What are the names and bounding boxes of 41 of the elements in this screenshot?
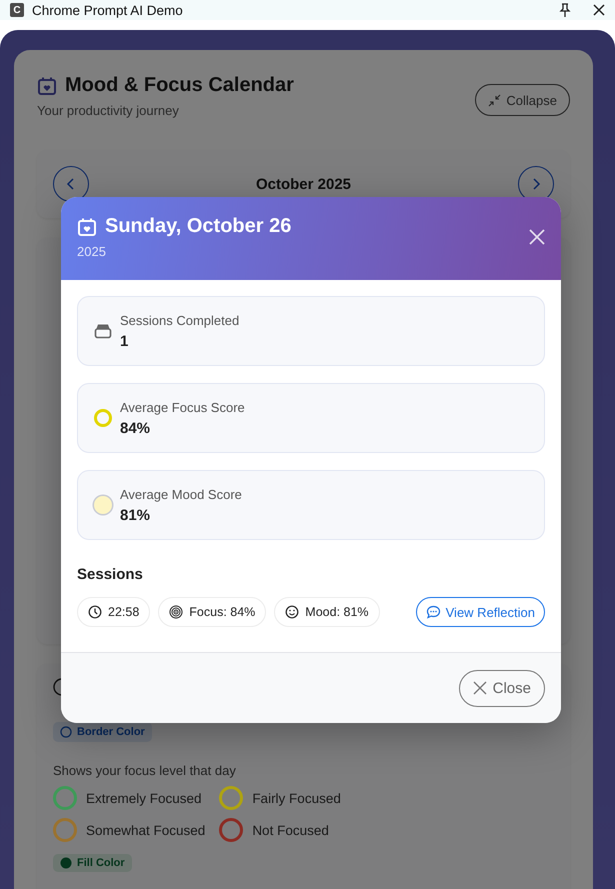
app-title: Mood & Focus Calendar — [65, 74, 294, 97]
dialog-year: 2025 — [77, 244, 106, 259]
dialog-close-button[interactable]: Close — [458, 670, 545, 706]
legend-label: Somewhat Focused — [86, 822, 206, 838]
clock-icon — [88, 605, 102, 619]
target-icon — [169, 605, 184, 619]
smiley-icon — [285, 605, 300, 619]
chat-bubble-icon — [426, 605, 441, 619]
stat-label: Average Focus Score — [120, 400, 245, 414]
dialog-title: Sunday, October 26 — [105, 215, 292, 238]
collapse-icon — [488, 94, 502, 106]
calendar-icon — [77, 216, 97, 236]
window-title: Chrome Prompt AI Demo — [32, 2, 184, 18]
app-subtitle: Your productivity journey — [37, 103, 180, 118]
view-reflection-button[interactable]: View Reflection — [416, 597, 545, 627]
legend-label: Not Focused — [252, 822, 329, 838]
chevron-right-icon — [530, 177, 541, 191]
border-color-badge: Border Color — [53, 722, 152, 742]
chevron-left-icon — [66, 177, 76, 191]
calendar-icon — [37, 76, 57, 96]
drawer-icon — [94, 323, 112, 339]
stat-value: 84% — [120, 420, 152, 436]
legend-label: Fairly Focused — [252, 790, 341, 806]
app-logo: C — [10, 3, 24, 17]
session-chip-text: Focus: 84% — [189, 605, 256, 619]
legend-description: Shows your focus level that day — [53, 763, 237, 778]
fill-color-badge: Fill Color — [53, 854, 132, 872]
stat-label: Average Mood Score — [120, 486, 242, 502]
pin-icon[interactable] — [559, 3, 571, 17]
sessions-heading: Sessions — [77, 566, 144, 583]
stat-value: 1 — [120, 332, 130, 350]
stat-label: Sessions Completed — [120, 312, 240, 328]
legend-label: Extremely Focused — [86, 790, 202, 806]
close-button[interactable] — [527, 227, 547, 247]
close-icon[interactable] — [593, 4, 605, 16]
close-icon — [472, 681, 487, 695]
month-label: October 2025 — [256, 176, 352, 192]
session-chip-text: Mood: 81% — [305, 605, 369, 619]
collapse-button[interactable]: Collapse — [475, 84, 570, 116]
session-chip-text: 22:58 — [108, 605, 140, 619]
stat-value: 81% — [120, 506, 152, 524]
